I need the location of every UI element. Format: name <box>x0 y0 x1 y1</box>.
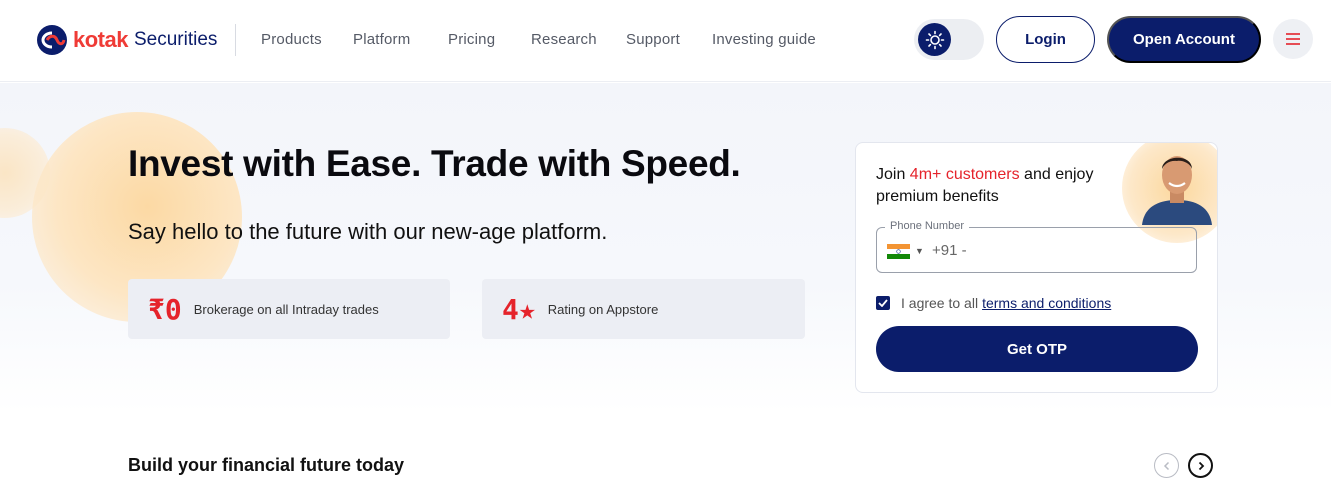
kotak-logo[interactable]: kotak Securities <box>36 24 217 56</box>
nav-platform[interactable]: Platform <box>353 31 410 48</box>
brand-name: kotak <box>73 27 128 52</box>
section-title: Build your financial future today <box>128 455 405 475</box>
nav-products[interactable]: Products <box>261 31 322 48</box>
kotak-logo-mark-icon <box>37 25 67 55</box>
checkmark-icon <box>878 299 888 307</box>
phone-number-field[interactable]: Phone Number ▼ +91 - <box>876 220 1197 273</box>
stat-value: ₹0 <box>148 292 182 326</box>
phone-prefix[interactable]: +91 - <box>932 242 967 259</box>
headline-prefix: Join <box>876 166 910 183</box>
stat-label: Rating on Appstore <box>547 301 659 317</box>
terms-link[interactable]: terms and conditions <box>982 295 1111 311</box>
chevron-right-icon <box>1198 461 1204 470</box>
chevron-down-icon[interactable]: ▼ <box>915 246 924 256</box>
signup-headline: Join 4m+ customers and enjoy premium ben… <box>876 164 1126 208</box>
carousel-next-button[interactable] <box>1188 453 1213 478</box>
headline-highlight: 4m+ customers <box>909 166 1020 183</box>
india-flag-icon[interactable] <box>887 244 910 259</box>
hamburger-menu-icon <box>1286 33 1300 45</box>
nav-investing-guide[interactable]: Investing guide <box>712 31 816 48</box>
agree-text: I agree to all <box>901 295 979 311</box>
terms-checkbox[interactable] <box>876 296 890 310</box>
stat-value: 4★ <box>502 292 536 326</box>
get-otp-button[interactable]: Get OTP <box>876 326 1198 372</box>
hero-subtitle: Say hello to the future with our new-age… <box>128 219 608 244</box>
stat-card-rating: 4★ Rating on Appstore <box>482 279 805 339</box>
brand-suffix: Securities <box>133 29 218 50</box>
theme-toggle-knob <box>918 23 951 56</box>
nav-support[interactable]: Support <box>626 31 680 48</box>
phone-number-label: Phone Number <box>885 220 969 232</box>
signup-card: Join 4m+ customers and enjoy premium ben… <box>855 142 1218 393</box>
nav-pricing[interactable]: Pricing <box>448 31 495 48</box>
theme-toggle[interactable] <box>914 19 984 60</box>
site-header: kotak Securities Products Platform Prici… <box>0 0 1331 82</box>
open-account-button[interactable]: Open Account <box>1107 16 1261 63</box>
header-divider <box>235 24 236 56</box>
chevron-left-icon <box>1163 461 1169 470</box>
login-button[interactable]: Login <box>996 16 1095 63</box>
stat-label: Brokerage on all Intraday trades <box>193 301 379 317</box>
stat-card-brokerage: ₹0 Brokerage on all Intraday trades <box>128 279 450 339</box>
menu-button[interactable] <box>1273 19 1313 59</box>
hero-title: Invest with Ease. Trade with Speed. <box>128 143 741 184</box>
customer-avatar <box>1142 156 1212 225</box>
sun-icon <box>925 30 944 49</box>
nav-research[interactable]: Research <box>531 31 597 48</box>
carousel-prev-button[interactable] <box>1154 453 1179 478</box>
terms-agreement: I agree to all terms and conditions <box>876 295 1111 311</box>
